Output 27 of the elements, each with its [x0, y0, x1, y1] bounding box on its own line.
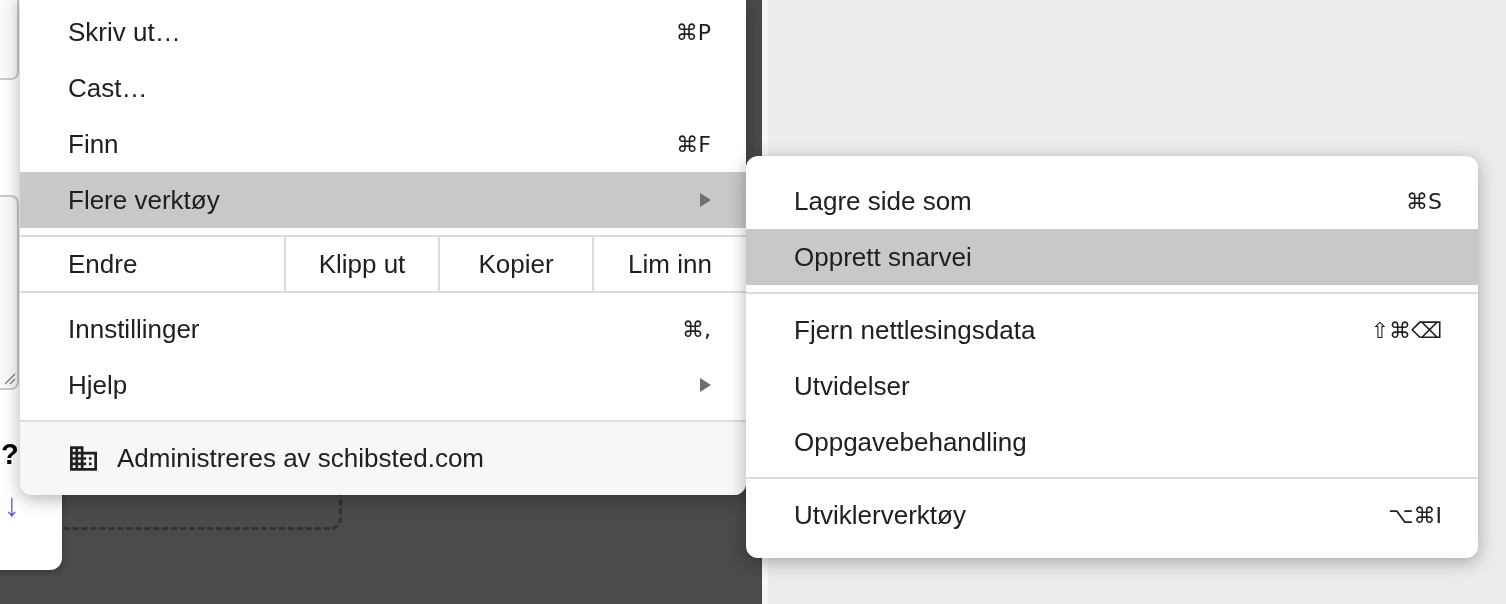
- heading-text: ?: [1, 440, 19, 469]
- menu-item[interactable]: Fjern nettlesingsdata ⇧⌘⌫: [746, 302, 1478, 358]
- keyboard-shortcut: ⌘,: [682, 315, 711, 344]
- menu-item[interactable]: Skriv ut… ⌘P: [20, 4, 746, 60]
- edit-action-button[interactable]: Lim inn: [592, 237, 746, 291]
- menu-item[interactable]: Utvidelser: [746, 358, 1478, 414]
- menu-item[interactable]: Hjelp: [20, 357, 746, 413]
- menu-item[interactable]: Cast…: [20, 60, 746, 116]
- managed-by-text: Administreres av schibsted.com: [117, 442, 485, 475]
- keyboard-shortcut: ⇧⌘⌫: [1370, 316, 1442, 345]
- menu-item[interactable]: Lagre side som ⌘S: [746, 173, 1478, 229]
- keyboard-shortcut: ⌘F: [676, 130, 711, 159]
- keyboard-shortcut: ⌘S: [1406, 187, 1442, 216]
- menu-item[interactable]: Oppgavebehandling: [746, 414, 1478, 470]
- textarea-field[interactable]: [0, 195, 19, 390]
- down-arrow-icon[interactable]: ↓: [4, 489, 20, 521]
- building-icon: [70, 446, 97, 471]
- keyboard-shortcut: ⌘P: [675, 18, 711, 47]
- menu-item[interactable]: Opprett snarvei: [746, 229, 1478, 285]
- resize-grip-icon[interactable]: [4, 373, 16, 385]
- menu-item[interactable]: Innstillinger ⌘,: [20, 301, 746, 357]
- input-field[interactable]: [0, 0, 19, 80]
- menu-item[interactable]: Finn ⌘F: [20, 116, 746, 172]
- menu-item[interactable]: Utviklerverktøy ⌥⌘I: [746, 487, 1478, 543]
- keyboard-shortcut: ⌥⌘I: [1388, 501, 1442, 530]
- menu-item[interactable]: Flere verktøy: [20, 172, 746, 228]
- edit-label: Endre: [68, 247, 138, 281]
